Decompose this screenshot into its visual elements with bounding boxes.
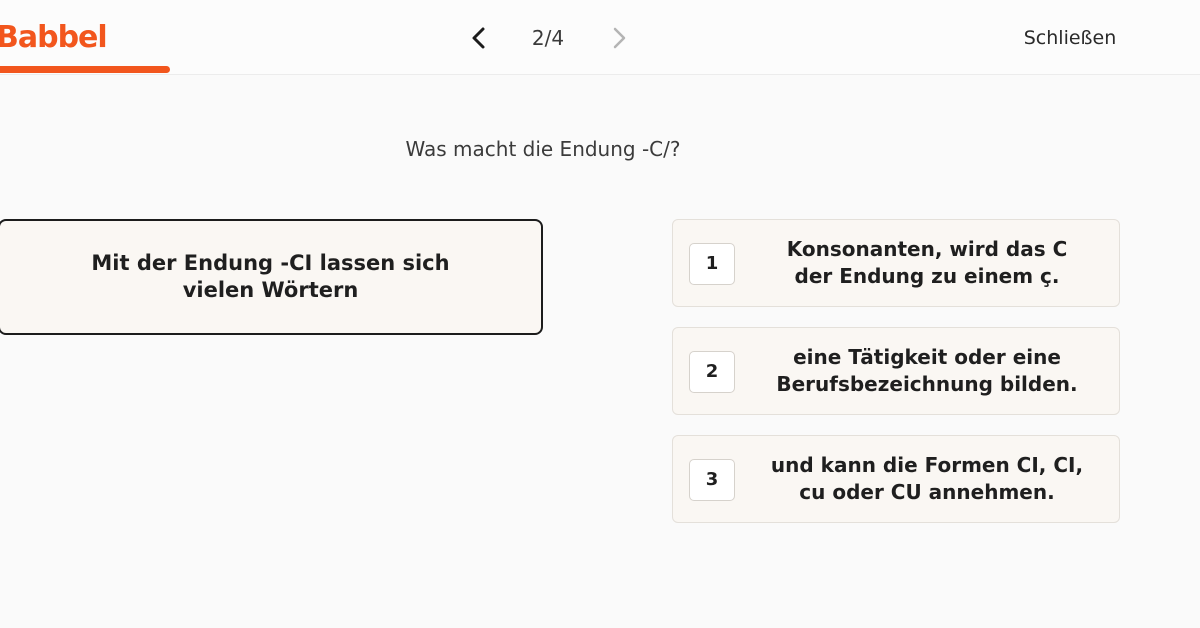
option-line-2: Berufsbezeichnung bilden. [776,372,1078,396]
lesson-progress-bar [0,66,171,74]
option-line-2: cu oder CU annehmen. [799,480,1055,504]
option-text: und kann die Formen CI, CI, cu oder CU a… [749,452,1105,506]
prompt-card: Mit der Endung -CI lassen sich vielen Wö… [0,219,543,335]
lesson-progress-fill [0,66,171,73]
option-line-1: Konsonanten, wird das C [786,237,1068,261]
option-text: eine Tätigkeit oder eine Berufsbezeichnu… [749,344,1105,398]
top-bar: Babbel 2/4 Schließen [0,0,1200,75]
close-button[interactable]: Schließen [1010,26,1130,50]
answer-option-1[interactable]: 1 Konsonanten, wird das C der Endung zu … [672,219,1120,307]
prompt-text: Mit der Endung -CI lassen sich vielen Wö… [51,250,491,304]
answer-option-2[interactable]: 2 eine Tätigkeit oder eine Berufsbezeich… [672,327,1120,415]
next-button[interactable] [606,24,632,52]
chevron-right-icon [613,27,626,49]
previous-button[interactable] [466,24,492,52]
option-number-badge: 3 [689,459,735,501]
answer-option-3[interactable]: 3 und kann die Formen CI, CI, cu oder CU… [672,435,1120,523]
option-line-2: der Endung zu einem ç. [794,264,1060,288]
chevron-left-icon [472,27,485,49]
option-line-1: und kann die Formen CI, CI, [770,453,1084,477]
option-text: Konsonanten, wird das C der Endung zu ei… [749,236,1105,290]
option-number-badge: 1 [689,243,735,285]
prompt-line-1: Mit der Endung -CI lassen sich [91,251,450,275]
page-indicator: 2/4 [531,26,565,50]
question-text: Was macht die Endung -C/? [405,137,681,161]
prompt-line-2: vielen Wörtern [182,278,359,302]
option-line-1: eine Tätigkeit oder eine [793,345,1061,369]
babbel-logo: Babbel [0,20,108,55]
option-number-badge: 2 [689,351,735,393]
